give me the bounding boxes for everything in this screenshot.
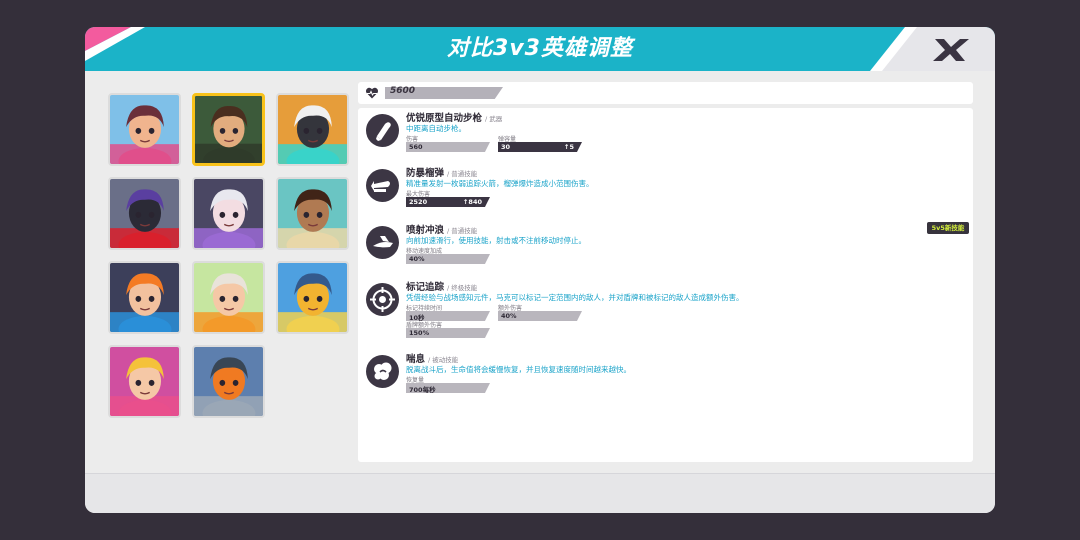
skill-name: 优锐原型自动步枪 / 武器 [406,113,503,124]
stat-label: 恢复量 [406,377,425,384]
hero-portrait [110,347,179,416]
stat-label: 伤害 [406,136,419,143]
hero-portrait [110,179,179,248]
hero-blue-robot[interactable] [276,261,349,334]
stat-increase: ↑840 [462,198,482,206]
hero-portrait [194,347,263,416]
skill-row: 优锐原型自动步枪 / 武器 中距离自动步枪。 伤害 560 弹容量 30 ↑5 [358,110,973,160]
stat-value: 40% [501,312,517,320]
bullet-icon[interactable] [366,114,399,147]
heart-pulse-icon [365,87,379,99]
hero-portrait [278,263,347,332]
skill-description: 脱离战斗后，生命值将会缓慢恢复，并且恢复速度随时间越来越快。 [406,365,631,374]
hp-value: 5600 [390,86,416,96]
stat-value-bar: 2520 ↑840 [406,197,490,207]
hero-orange-hair-girl[interactable] [108,261,181,334]
footer-bar [85,473,995,513]
hero-portrait [278,95,347,164]
stat-value: 560 [409,143,423,151]
hero-goggles-girl[interactable] [192,261,265,334]
skill-name: 标记追踪 / 终极技能 [406,282,478,293]
hero-pink-girl[interactable] [108,93,181,166]
new-skill-badge: 5v5新技能 [927,222,969,234]
target-icon[interactable] [366,283,399,316]
stat-value-bar: 150% [406,328,490,338]
stat-header: 5600 [358,82,973,104]
hero-portrait [194,263,263,332]
skill-description: 中距离自动步枪。 [406,124,466,133]
stat-value-bar: 30 ↑5 [498,142,582,152]
stat-value-bar: 560 [406,142,490,152]
hero-dark-girl[interactable] [276,177,349,250]
hero-portrait [110,263,179,332]
stat-value: 2520 [409,198,428,206]
skill-list: 优锐原型自动步枪 / 武器 中距离自动步枪。 伤害 560 弹容量 30 ↑5 防暴榴弹 / 普通… [358,108,973,462]
stat-value-bar: 40% [498,311,582,321]
stat-increase: ↑5 [564,143,574,151]
hero-orange-mask[interactable] [192,345,265,418]
stat-value-bar: 40% [406,254,490,264]
stat-label: 弹容量 [498,136,517,143]
stat-value: 150% [409,329,430,337]
stat-label: 移动速度加成 [406,248,443,255]
skill-type: / 普通技能 [447,227,478,235]
stat-value: 700每秒 [409,386,436,394]
hero-portrait [194,179,263,248]
close-button[interactable] [927,33,975,67]
stat-label: 标记持续时间 [406,305,443,312]
skill-name: 喷射冲浪 / 普通技能 [406,225,478,236]
hero-portrait [110,95,179,164]
skill-row: 防暴榴弹 / 普通技能 精准量发射一枚弱追踪火箭，榴弹爆炸造成小范围伤害。 最大伤害 2… [358,165,973,215]
surf-icon[interactable] [366,226,399,259]
skill-name: 防暴榴弹 / 普通技能 [406,168,478,179]
hero-robot-orange[interactable] [276,93,349,166]
rocket-icon[interactable] [366,169,399,202]
close-icon [933,39,969,61]
hero-pink-blonde-girl[interactable] [108,345,181,418]
skill-row: 喷射冲浪 / 普通技能 向前加速滑行，使用技能，射击或不注前移动时停止。 5v5新技能… [358,222,973,272]
breath-icon[interactable] [366,355,399,388]
title-bar: 对比3v3英雄调整 [85,27,995,71]
hero-brown-hair-boy[interactable] [192,93,265,166]
hero-portrait [195,96,262,163]
stat-label: 额外伤害 [498,305,523,312]
skill-description: 向前加速滑行，使用技能，射击或不注前移动时停止。 [406,236,586,245]
window-title: 对比3v3英雄调整 [447,36,633,61]
stat-label: 最大伤害 [406,191,431,198]
skill-type: / 终极技能 [447,284,478,292]
skill-description: 精准量发射一枚弱追踪火箭，榴弹爆炸造成小范围伤害。 [406,179,594,188]
stat-value: 40% [409,255,425,263]
skill-type: / 普通技能 [447,170,478,178]
skill-description: 凭借经验与战场感知元件，马克可以标记一定范围内的敌人，并对盾牌和被标记的敌人造成… [406,293,744,302]
stat-value-bar: 700每秒 [406,383,490,393]
stat-label: 盾牌额外伤害 [406,322,443,329]
hero-dark-armor[interactable] [108,177,181,250]
hero-compare-panel: 对比3v3英雄调整 5600 优锐原型自动步枪 / 武器 中距离自动步枪。 伤害 560… [85,27,995,513]
skill-type: / 被动技能 [428,356,459,364]
stat-value: 30 [501,143,511,151]
skill-name: 喘息 / 被动技能 [406,354,459,365]
hero-white-hair-girl[interactable] [192,177,265,250]
skill-type: / 武器 [485,115,503,123]
hero-portrait [278,179,347,248]
skill-row: 标记追踪 / 终极技能 凭借经验与战场感知元件，马克可以标记一定范围内的敌人，并对盾… [358,279,973,338]
skill-row: 喘息 / 被动技能 脱离战斗后，生命值将会缓慢恢复，并且恢复速度随时间越来越快。 恢复… [358,351,973,401]
